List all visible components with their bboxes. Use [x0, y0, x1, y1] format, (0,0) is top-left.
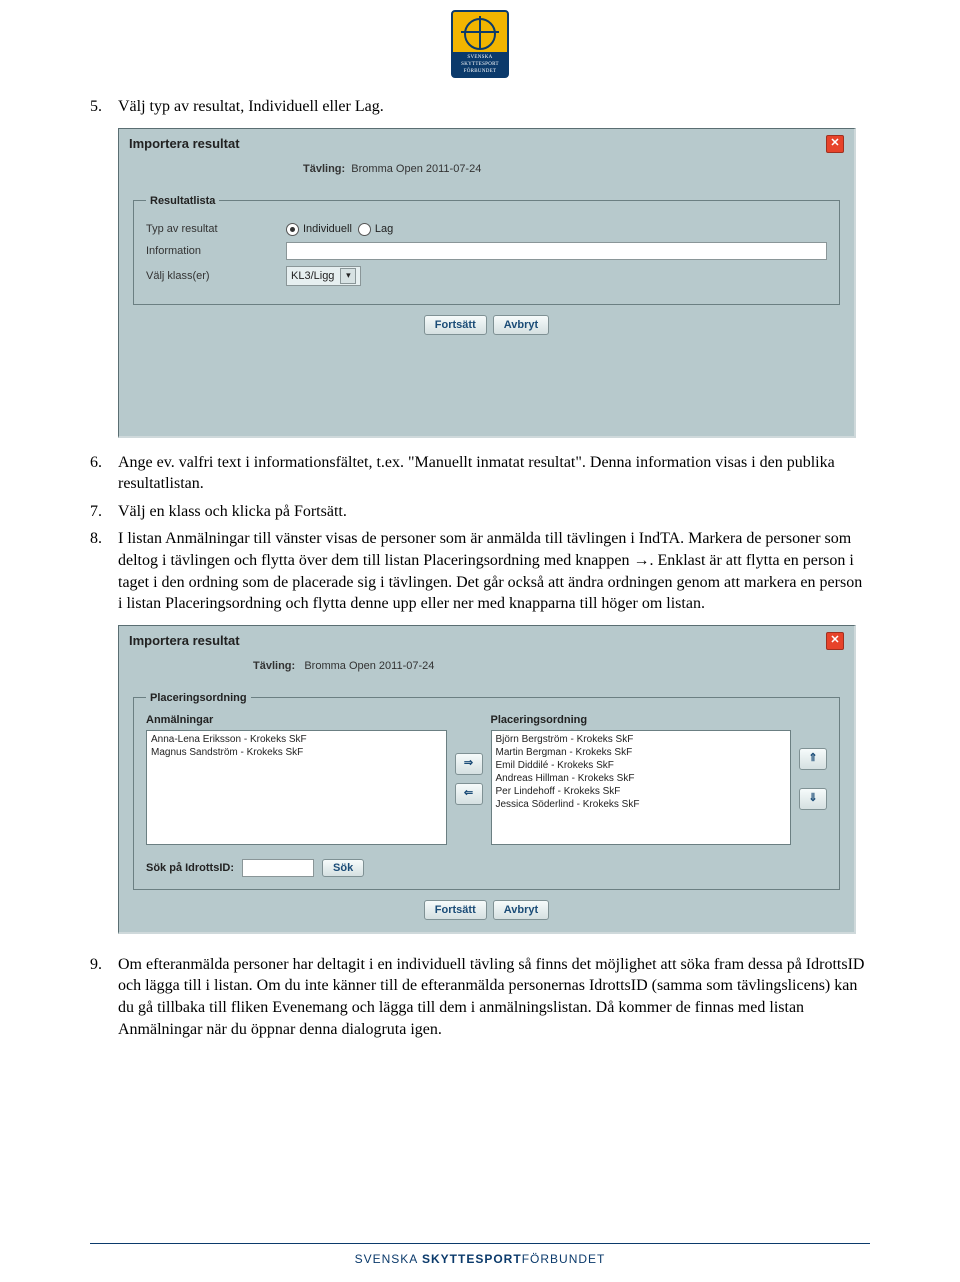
list-item[interactable]: Björn Bergström - Krokeks SkF: [496, 733, 787, 746]
search-button[interactable]: Sök: [322, 859, 364, 877]
label-select-class: Välj klass(er): [146, 270, 286, 282]
continue-button[interactable]: Fortsätt: [424, 315, 487, 335]
reorder-buttons: ⇑ ⇓: [799, 748, 827, 810]
instruction-list-2: 6. Ange ev. valfri text i informationsfä…: [90, 452, 870, 615]
search-row: Sök på IdrottsID: Sök: [146, 859, 827, 877]
search-label: Sök på IdrottsID:: [146, 862, 234, 874]
row-result-type: Typ av resultat Individuell Lag: [146, 223, 827, 236]
step-8: 8. I listan Anmälningar till vänster vis…: [90, 528, 870, 614]
column-anmalningar: Anmälningar Anna-Lena Eriksson - Krokeks…: [146, 714, 447, 845]
document-page: SVENSKA SKYTTESPORT FÖRBUNDET 5. Välj ty…: [0, 0, 960, 1282]
dialog2-competition-line: Tävling: Bromma Open 2011-07-24: [133, 660, 840, 672]
move-left-button[interactable]: ⇐: [455, 783, 483, 805]
dialog2-close-button[interactable]: ✕: [826, 632, 844, 650]
move-down-button[interactable]: ⇓: [799, 788, 827, 810]
transfer-buttons: ⇒ ⇐: [455, 753, 483, 805]
list-item[interactable]: Jessica Söderlind - Krokeks SkF: [496, 798, 787, 811]
cancel-button[interactable]: Avbryt: [493, 900, 549, 920]
idrottsid-input[interactable]: [242, 859, 314, 877]
step-6: 6. Ange ev. valfri text i informationsfä…: [90, 452, 870, 495]
header-logo: SVENSKA SKYTTESPORT FÖRBUNDET: [451, 10, 509, 78]
fieldset-legend: Resultatlista: [146, 195, 219, 207]
class-select[interactable]: KL3/Ligg ▾: [286, 266, 361, 286]
cancel-button[interactable]: Avbryt: [493, 315, 549, 335]
instruction-list-3: 9. Om efteranmälda personer har deltagit…: [90, 954, 870, 1040]
label-information: Information: [146, 245, 286, 257]
list-item[interactable]: Emil Diddilé - Krokeks SkF: [496, 759, 787, 772]
footer-divider: [90, 1243, 870, 1244]
fieldset2-legend: Placeringsordning: [146, 692, 251, 704]
move-right-button[interactable]: ⇒: [455, 753, 483, 775]
list-transfer-widget: Anmälningar Anna-Lena Eriksson - Krokeks…: [146, 714, 827, 845]
step-5: 5. Välj typ av resultat, Individuell ell…: [90, 96, 870, 118]
radio-lag-label: Lag: [375, 223, 393, 235]
radio-lag[interactable]: [358, 223, 371, 236]
dialog1-button-row: Fortsätt Avbryt: [133, 315, 840, 335]
footer-brand: SVENSKA SKYTTESPORTFÖRBUNDET: [0, 1252, 960, 1266]
listbox-placeringsordning[interactable]: Björn Bergström - Krokeks SkF Martin Ber…: [491, 730, 792, 845]
dialog-import-results-1: Importera resultat ✕ Tävling: Bromma Ope…: [118, 128, 856, 438]
row-information: Information: [146, 242, 827, 260]
dialog-import-results-2: Importera resultat ✕ Tävling: Bromma Ope…: [118, 625, 856, 934]
step-7: 7. Välj en klass och klicka på Fortsätt.: [90, 501, 870, 523]
information-input[interactable]: [286, 242, 827, 260]
chevron-down-icon: ▾: [340, 268, 356, 284]
column-placeringsordning: Placeringsordning Björn Bergström - Krok…: [491, 714, 792, 845]
list-item[interactable]: Per Lindehoff - Krokeks SkF: [496, 785, 787, 798]
continue-button[interactable]: Fortsätt: [424, 900, 487, 920]
col-right-title: Placeringsordning: [491, 714, 792, 726]
radio-individuell[interactable]: [286, 223, 299, 236]
fieldset-placeringsordning: Placeringsordning Anmälningar Anna-Lena …: [133, 692, 840, 890]
radio-individuell-label: Individuell: [303, 223, 352, 235]
list-item[interactable]: Anna-Lena Eriksson - Krokeks SkF: [151, 733, 442, 746]
move-up-button[interactable]: ⇑: [799, 748, 827, 770]
dialog1-title: Importera resultat: [129, 136, 240, 151]
row-select-class: Välj klass(er) KL3/Ligg ▾: [146, 266, 827, 286]
fieldset-resultatlista: Resultatlista Typ av resultat Individuel…: [133, 195, 840, 305]
col-left-title: Anmälningar: [146, 714, 447, 726]
list-item[interactable]: Magnus Sandström - Krokeks SkF: [151, 746, 442, 759]
dialog1-competition-line: Tävling: Bromma Open 2011-07-24: [133, 163, 840, 175]
dialog2-titlebar: Importera resultat ✕: [119, 626, 854, 654]
list-item[interactable]: Andreas Hillman - Krokeks SkF: [496, 772, 787, 785]
instruction-list: 5. Välj typ av resultat, Individuell ell…: [90, 96, 870, 118]
logo-text: SVENSKA SKYTTESPORT FÖRBUNDET: [453, 52, 507, 76]
dialog2-button-row: Fortsätt Avbryt: [133, 900, 840, 920]
dialog2-title: Importera resultat: [129, 633, 240, 648]
dialog1-titlebar: Importera resultat ✕: [119, 129, 854, 157]
listbox-anmalningar[interactable]: Anna-Lena Eriksson - Krokeks SkF Magnus …: [146, 730, 447, 845]
step-9: 9. Om efteranmälda personer har deltagit…: [90, 954, 870, 1040]
list-item[interactable]: Martin Bergman - Krokeks SkF: [496, 746, 787, 759]
class-select-value: KL3/Ligg: [291, 270, 334, 282]
label-result-type: Typ av resultat: [146, 223, 286, 235]
dialog1-close-button[interactable]: ✕: [826, 135, 844, 153]
